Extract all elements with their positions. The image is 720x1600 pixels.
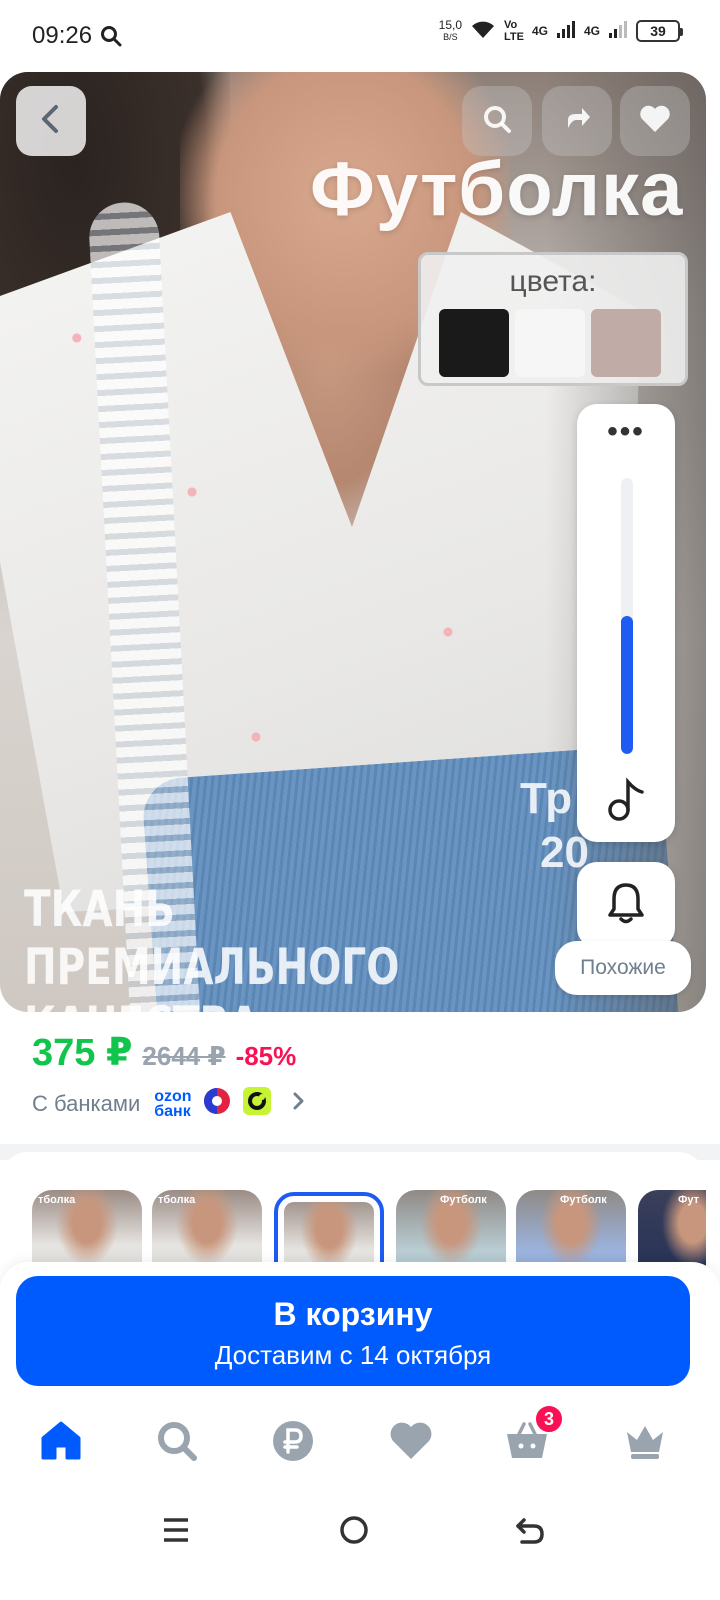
signal-icon bbox=[608, 19, 628, 42]
banks-label: С банками bbox=[32, 1091, 141, 1116]
bank-logo-icon bbox=[242, 1086, 272, 1122]
thumbnail-label: тболка bbox=[38, 1194, 76, 1206]
ozon-logo-line-2: банк bbox=[154, 1103, 191, 1120]
quality-line-2: премиального bbox=[24, 938, 400, 996]
status-bar: 09:26 15,0 B/S Vo LTE 4G 4G 39 bbox=[0, 0, 720, 70]
system-navigation-bar bbox=[0, 1486, 720, 1600]
net-speed-unit: B/S bbox=[443, 31, 458, 42]
nav-profile[interactable] bbox=[620, 1418, 670, 1468]
bottom-navigation: 3 bbox=[0, 1400, 720, 1486]
home-circle-icon[interactable] bbox=[334, 1510, 374, 1550]
crown-icon bbox=[623, 1420, 667, 1467]
bank-logo-icon bbox=[202, 1086, 232, 1122]
nav-payments[interactable] bbox=[268, 1418, 318, 1468]
quality-caption: Ткань премиального качества bbox=[24, 880, 399, 1012]
volume-fill bbox=[621, 616, 633, 754]
heart-icon bbox=[388, 1420, 434, 1467]
share-button[interactable] bbox=[542, 86, 612, 156]
nav-favorites[interactable] bbox=[386, 1418, 436, 1468]
network-type-1: 4G bbox=[531, 23, 548, 38]
signal-icon bbox=[556, 19, 576, 42]
ruble-icon bbox=[271, 1419, 315, 1468]
nav-cart[interactable]: 3 bbox=[502, 1404, 564, 1468]
price-row: 375 ₽ 2644 ₽ -85% bbox=[32, 1030, 296, 1075]
add-to-cart-bar: В корзину Доставим с 14 октября bbox=[0, 1262, 720, 1400]
media-control-panel: ••• bbox=[577, 404, 675, 842]
back-arrow-icon[interactable] bbox=[510, 1510, 550, 1550]
chevron-left-icon bbox=[38, 104, 64, 139]
volte-bottom: LTE bbox=[504, 30, 524, 43]
thumbnail-label: Футболк bbox=[560, 1194, 607, 1206]
price-current: 375 ₽ bbox=[32, 1032, 133, 1074]
similar-button[interactable]: Похожие bbox=[555, 941, 691, 995]
heart-icon bbox=[639, 104, 671, 139]
net-speed-value: 15,0 bbox=[438, 17, 462, 32]
battery-icon: 39 bbox=[636, 19, 683, 42]
menu-icon[interactable] bbox=[156, 1510, 196, 1550]
nav-search[interactable] bbox=[152, 1418, 202, 1468]
color-swatch-black bbox=[439, 309, 509, 377]
net-speed: 15,0 B/S bbox=[439, 19, 462, 43]
chevron-right-icon bbox=[292, 1091, 306, 1117]
battery-level: 39 bbox=[650, 22, 666, 39]
add-to-cart-button[interactable]: В корзину Доставим с 14 октября bbox=[16, 1276, 690, 1386]
favorite-button[interactable] bbox=[620, 86, 690, 156]
nav-home[interactable] bbox=[36, 1418, 86, 1468]
network-type-2: 4G bbox=[583, 23, 600, 38]
bank-offers-row[interactable]: С банками ozon банк bbox=[32, 1086, 306, 1122]
colors-label: цвета: bbox=[509, 265, 597, 298]
more-icon[interactable]: ••• bbox=[577, 417, 675, 447]
home-icon bbox=[39, 1420, 83, 1467]
color-swatch-beige bbox=[591, 309, 661, 377]
share-icon bbox=[562, 104, 592, 139]
colors-box: цвета: bbox=[418, 252, 688, 386]
color-swatch-white bbox=[515, 309, 585, 377]
delivery-date-label: Доставим с 14 октября bbox=[214, 1340, 492, 1370]
quality-line-1: Ткань bbox=[24, 880, 176, 938]
thumbnail-label: Футболк bbox=[440, 1194, 487, 1206]
price-discount: -85% bbox=[235, 1041, 297, 1071]
wifi-icon bbox=[470, 18, 496, 43]
volte-top: Vo bbox=[504, 18, 518, 31]
notify-button[interactable] bbox=[577, 862, 675, 948]
cart-count-badge: 3 bbox=[534, 1404, 564, 1434]
search-icon bbox=[155, 1419, 199, 1468]
price-card: 375 ₽ 2644 ₽ -85% С банками ozon банк bbox=[0, 1012, 706, 1144]
ozon-bank-logo: ozon банк bbox=[154, 1088, 192, 1120]
status-time: 09:26 bbox=[32, 22, 93, 49]
thumbnail-label: Фут bbox=[678, 1194, 700, 1206]
search-icon bbox=[100, 25, 122, 52]
bell-icon bbox=[606, 881, 646, 930]
music-note-icon[interactable] bbox=[605, 776, 647, 827]
quality-line-3: качества bbox=[24, 996, 399, 1012]
add-to-cart-label: В корзину bbox=[273, 1296, 433, 1332]
search-icon bbox=[482, 104, 512, 139]
thumbnail-label: тболка bbox=[158, 1194, 196, 1206]
back-button[interactable] bbox=[16, 86, 86, 156]
ozon-logo-line-1: ozon bbox=[154, 1088, 192, 1105]
status-icons: 15,0 B/S Vo LTE 4G 4G 39 bbox=[439, 18, 683, 43]
price-old: 2644 ₽ bbox=[142, 1041, 226, 1071]
image-title: Футболка bbox=[310, 147, 684, 232]
search-button[interactable] bbox=[462, 86, 532, 156]
volte-indicator: Vo LTE bbox=[504, 19, 524, 43]
volume-slider[interactable] bbox=[621, 478, 633, 754]
